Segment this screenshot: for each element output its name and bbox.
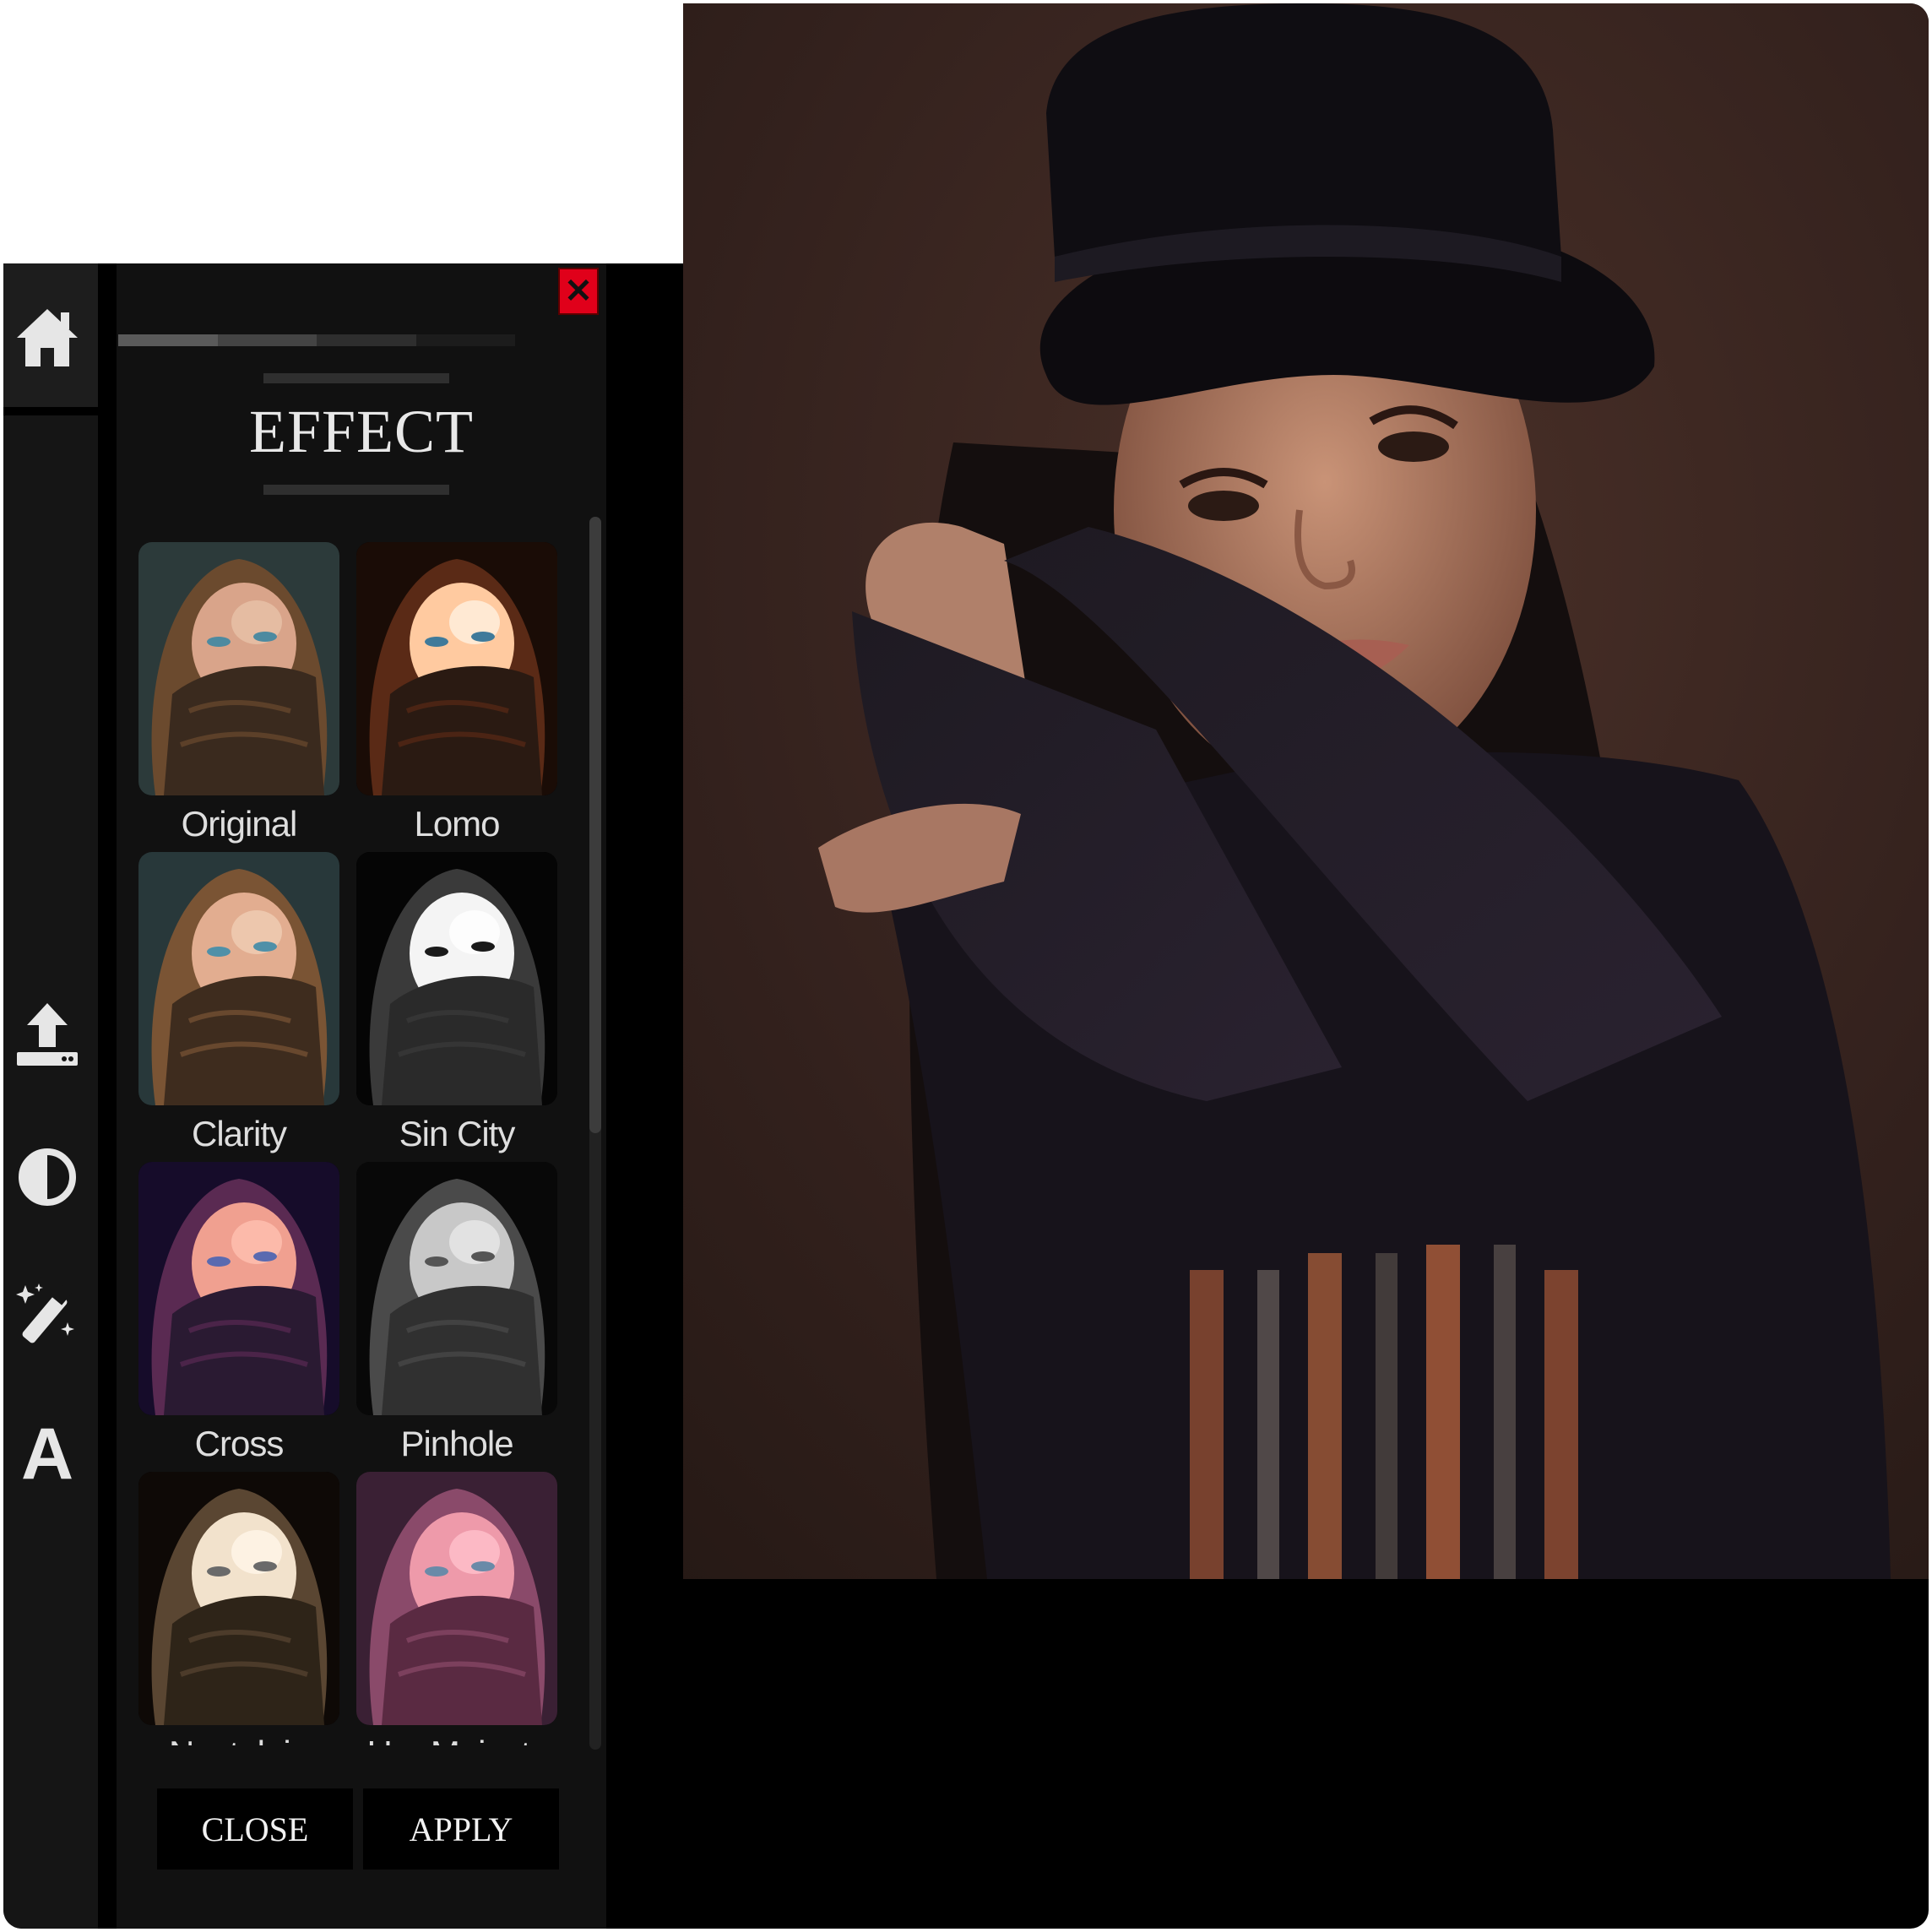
- panel-title: EFFECT: [248, 398, 475, 465]
- progress-segment: [317, 334, 416, 346]
- effect-thumbnail: [356, 852, 557, 1105]
- upload-icon[interactable]: [14, 1000, 81, 1067]
- photo-canvas[interactable]: [683, 3, 1929, 1929]
- effect-label: Clarity: [191, 1114, 287, 1153]
- panel-footer: [117, 1880, 606, 1929]
- effect-label: Pinhole: [400, 1424, 513, 1463]
- effect-option-pinhole[interactable]: Pinhole: [334, 1162, 557, 1470]
- step-progress: [118, 334, 515, 346]
- effect-thumbnail: [138, 1472, 339, 1725]
- portrait-image: [683, 3, 1929, 1579]
- effect-thumbnail: [356, 542, 557, 795]
- effect-option-cross[interactable]: Cross Process: [117, 1162, 339, 1521]
- effect-thumbnail: [138, 1162, 339, 1415]
- effect-label: Lomo: [414, 804, 500, 844]
- title-rule-bottom: [263, 485, 449, 495]
- progress-segment: [118, 334, 218, 346]
- effects-scrollbar[interactable]: [589, 517, 601, 1750]
- effect-option-sincity[interactable]: Sin City: [334, 852, 557, 1160]
- app-window: A ✕ EFFECT Original Lomo Clarity Sin City Cr…: [3, 3, 1929, 1929]
- progress-segment: [217, 334, 317, 346]
- home-button[interactable]: [3, 263, 98, 415]
- effect-option-majesty[interactable]: Her Majesty: [334, 1472, 557, 1745]
- effect-thumbnail: [356, 1162, 557, 1415]
- progress-segment: [415, 334, 515, 346]
- effect-thumbnail: [138, 852, 339, 1105]
- effect-label: Nostalgia: [138, 1725, 339, 1745]
- effect-option-original[interactable]: Original: [117, 542, 339, 850]
- close-button[interactable]: CLOSE: [157, 1788, 353, 1870]
- apply-button[interactable]: APPLY: [363, 1788, 559, 1870]
- close-icon: ✕: [564, 273, 593, 310]
- effect-label: Her Majesty: [356, 1725, 557, 1745]
- effect-option-clarity[interactable]: Clarity: [117, 852, 339, 1160]
- scrollbar-thumb[interactable]: [589, 517, 601, 1133]
- contrast-icon[interactable]: [14, 1143, 81, 1211]
- close-panel-button[interactable]: ✕: [558, 268, 599, 315]
- effects-grid: Original Lomo Clarity Sin City Cross Process…: [117, 542, 589, 1745]
- effect-thumbnail: [356, 1472, 557, 1725]
- effect-option-nostalgia[interactable]: Nostalgia: [117, 1472, 339, 1745]
- magic-wand-icon[interactable]: [14, 1282, 81, 1349]
- effect-option-lomo[interactable]: Lomo: [334, 542, 557, 850]
- title-rule-top: [263, 373, 449, 383]
- home-icon: [17, 309, 78, 366]
- effect-thumbnail: [138, 542, 339, 795]
- effect-label: Original: [181, 804, 298, 844]
- text-icon[interactable]: A: [14, 1418, 81, 1490]
- tool-sidebar: A: [3, 263, 98, 1929]
- effect-label: Sin City: [399, 1114, 516, 1153]
- edited-photo[interactable]: [683, 3, 1929, 1579]
- effect-panel: A ✕ EFFECT Original Lomo Clarity Sin City Cr…: [3, 263, 683, 1929]
